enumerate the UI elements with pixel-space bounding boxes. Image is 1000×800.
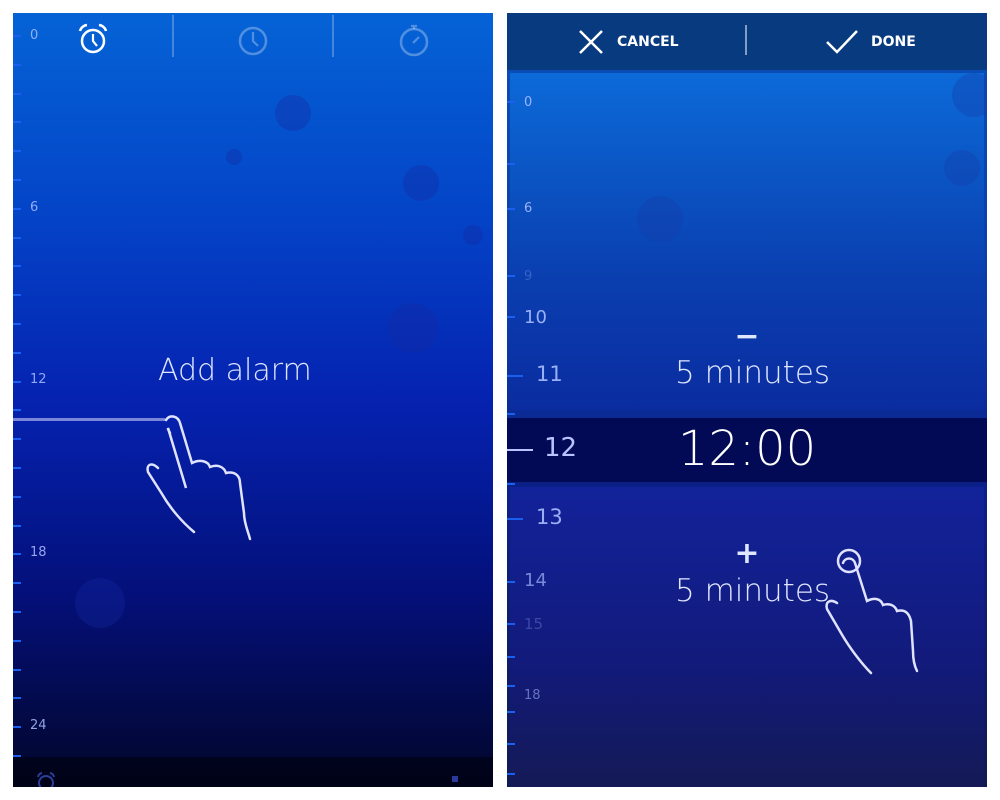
ruler-tick [507,101,515,103]
ruler-tick [507,656,515,658]
ruler-tick [13,63,21,66]
ruler-tick [507,743,515,745]
ruler-tick [507,711,515,713]
ruler-tick [13,697,21,700]
alarm-clock-icon [78,23,108,54]
ruler-tick [13,639,21,642]
ruler-tick [13,668,21,671]
hour-label: 6 [30,200,39,215]
ruler-tick [13,409,21,412]
ruler-tick [13,726,21,729]
ruler-tick [507,375,523,377]
ruler-tick [507,623,515,625]
alarm-list-screen: 0 6 12 18 24 Add alarm [13,13,493,787]
hand-tap-icon [825,548,919,675]
ruler-tick [13,92,21,95]
tab-stopwatch[interactable] [394,19,434,59]
ruler-tick [13,323,21,325]
ruler-tick [13,495,21,498]
hand-swipe-icon [146,415,252,541]
hour-label: 9 [524,269,533,284]
hour-label: 12 [30,372,47,387]
hour-label: 0 [30,28,39,43]
ruler-tick [13,380,21,383]
alarm-edit-screen: 0 6 9 10 11 12 13 14 15 18 − 5 minutes 1… [507,13,987,787]
ruler-tick [507,275,515,277]
check-icon [826,29,858,54]
ruler-tick [13,582,21,585]
bottom-bar [13,757,493,787]
done-button[interactable]: DONE [825,13,916,70]
ruler-tick [507,483,515,485]
hour-label: 18 [524,688,541,703]
hour-label: 0 [524,95,533,110]
tab-alarm[interactable] [73,19,113,59]
cancel-label: CANCEL [617,33,679,50]
tab-bar [13,13,493,69]
hour-label: 11 [536,362,563,386]
ruler-tick [13,35,21,37]
hour-label: 13 [536,505,563,529]
ruler-tick [13,150,21,153]
ruler-tick [507,685,515,687]
ruler-tick [13,524,21,527]
alarm-clock-icon[interactable] [35,771,57,787]
hour-label: 24 [30,718,47,733]
square-icon[interactable] [452,776,458,782]
close-icon [579,29,603,54]
ruler-tick [507,518,523,520]
ruler-tick [507,163,515,165]
ruler-tick [13,553,21,556]
minus-sign: − [734,319,760,354]
plus-5-minutes-label[interactable]: 5 minutes [675,573,830,609]
ruler-tick [13,351,21,354]
stopwatch-icon [399,24,429,57]
clock-icon [238,26,268,56]
ruler-tick [13,294,21,297]
ruler-tick [13,207,21,210]
ruler-tick [507,581,515,583]
done-label: DONE [871,33,916,50]
ruler-tick [13,438,21,441]
ruler-tick [507,773,515,775]
ruler-tick [507,413,515,415]
ruler-tick [13,236,21,239]
ruler-tick [507,208,515,210]
hour-label: 18 [30,545,47,560]
hour-label: 6 [524,201,533,216]
minus-5-minutes-label[interactable]: 5 minutes [675,355,830,391]
edit-header: CANCEL DONE [507,13,987,70]
ruler-tick [507,316,515,318]
tab-clock[interactable] [233,19,273,59]
selected-time: 12:00 [677,421,817,477]
cancel-button[interactable]: CANCEL [577,13,679,70]
ruler-tick [13,611,21,613]
ruler-tick [13,265,21,268]
hour-label: 15 [524,615,544,633]
ruler-tick [13,467,21,469]
add-alarm-hint: Add alarm [158,353,312,388]
ruler-tick [13,179,21,181]
ruler-tick [13,121,21,124]
hour-label: 14 [524,570,547,591]
